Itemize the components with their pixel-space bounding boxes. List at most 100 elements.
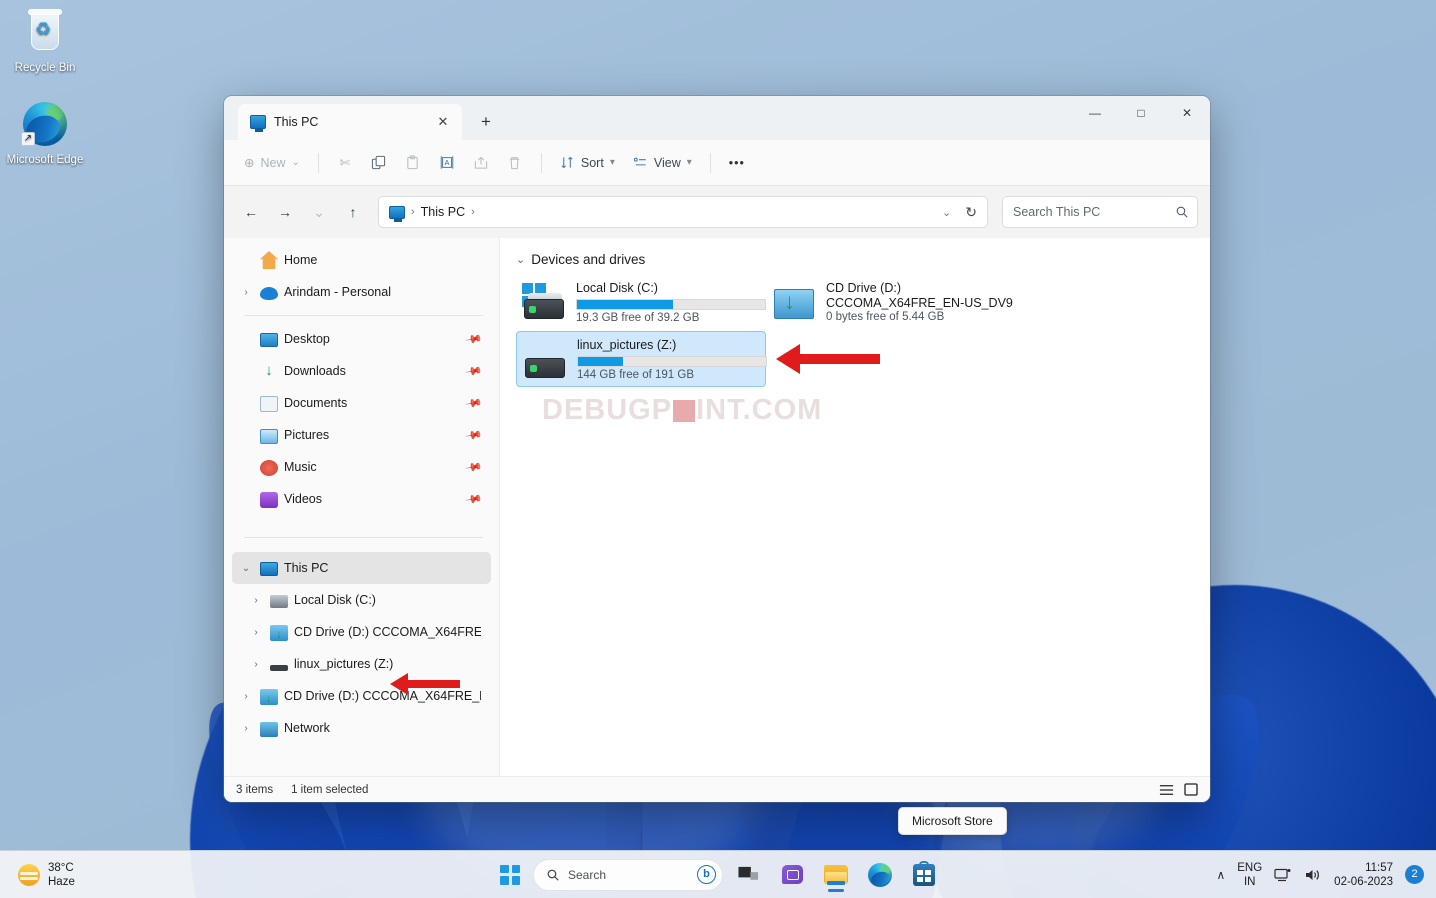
show-hidden-icons-button[interactable]: ∧: [1216, 868, 1225, 882]
cut-button[interactable]: ✄: [329, 147, 361, 179]
refresh-icon[interactable]: ↻: [965, 204, 981, 221]
music-icon: [260, 460, 278, 476]
large-icons-view-icon[interactable]: [1184, 783, 1198, 796]
share-button[interactable]: [465, 147, 497, 179]
rename-button[interactable]: A: [431, 147, 463, 179]
desktop-icon-recycle-bin[interactable]: ♻ Recycle Bin: [2, 8, 88, 75]
sidebar-item-local-disk-c[interactable]: › Local Disk (C:): [232, 584, 491, 616]
chevron-right-icon[interactable]: ›: [248, 627, 264, 638]
drive-capacity-text: 144 GB free of 191 GB: [577, 369, 759, 381]
chevron-down-icon[interactable]: ⌄: [516, 253, 525, 266]
search-box[interactable]: Search This PC: [1002, 196, 1198, 228]
sidebar-item-label: Videos: [284, 492, 461, 506]
pin-icon[interactable]: 📌: [465, 490, 484, 509]
chevron-down-icon: ▾: [687, 157, 692, 168]
minimize-button[interactable]: —: [1072, 96, 1118, 130]
pin-icon[interactable]: 📌: [465, 362, 484, 381]
sidebar-item-home[interactable]: Home: [232, 244, 491, 276]
address-dropdown-icon[interactable]: ⌄: [934, 206, 959, 219]
bing-chat-icon[interactable]: b: [697, 865, 716, 884]
file-list-pane[interactable]: ⌄ Devices and drives Local Disk (C:) 19.…: [500, 238, 1210, 776]
breadcrumb-this-pc[interactable]: This PC: [421, 205, 465, 219]
sidebar-item-label: Documents: [284, 396, 461, 410]
delete-button[interactable]: [499, 147, 531, 179]
drive-tile-local-disk-c[interactable]: Local Disk (C:) 19.3 GB free of 39.2 GB: [516, 275, 766, 331]
devices-and-drives-group[interactable]: ⌄ Devices and drives: [516, 252, 1210, 267]
sidebar-item-videos[interactable]: Videos 📌: [232, 483, 491, 515]
sidebar-item-cd-drive-d-1[interactable]: › CD Drive (D:) CCCOMA_X64FRE_EN-US_: [232, 616, 491, 648]
capacity-bar: [577, 356, 767, 367]
this-pc-icon: [250, 115, 266, 129]
sidebar-item-label: Music: [284, 460, 461, 474]
address-bar[interactable]: › This PC › ⌄ ↻: [378, 196, 988, 228]
recent-locations-button[interactable]: ⌄: [304, 197, 334, 227]
sort-button[interactable]: Sort ▾: [552, 147, 623, 179]
shortcut-arrow-icon: ↗: [21, 132, 35, 146]
documents-icon: [260, 396, 278, 412]
onedrive-cloud-icon: [260, 287, 278, 300]
pin-icon[interactable]: 📌: [465, 394, 484, 413]
back-button[interactable]: ←: [236, 197, 266, 227]
pictures-icon: [260, 429, 278, 444]
volume-icon[interactable]: [1304, 867, 1322, 883]
sidebar-item-documents[interactable]: Documents 📌: [232, 387, 491, 419]
close-button[interactable]: ✕: [1164, 96, 1210, 130]
chevron-right-icon[interactable]: ›: [238, 691, 254, 702]
search-placeholder: Search: [568, 868, 689, 882]
local-disk-icon: [522, 283, 566, 323]
navigation-pane[interactable]: Home › Arindam - Personal Desktop 📌 ↓ Do…: [224, 238, 500, 776]
plus-circle-icon: ⊕: [244, 155, 254, 170]
sidebar-item-network[interactable]: › Network: [232, 712, 491, 744]
item-count-label: 3 items: [236, 784, 273, 796]
tab-close-icon[interactable]: ✕: [432, 111, 454, 133]
details-view-icon[interactable]: [1159, 784, 1174, 796]
paste-button[interactable]: [397, 147, 429, 179]
drive-tile-linux-pictures-z[interactable]: linux_pictures (Z:) 144 GB free of 191 G…: [516, 331, 766, 387]
pin-icon[interactable]: 📌: [465, 458, 484, 477]
taskbar-search-box[interactable]: Search b: [533, 859, 723, 891]
taskbar-weather-widget[interactable]: 38°C Haze: [0, 861, 200, 889]
forward-button[interactable]: →: [270, 197, 300, 227]
chevron-down-icon: ▾: [610, 157, 615, 168]
drive-tile-cd-drive-d[interactable]: ↓ CD Drive (D:) CCCOMA_X64FRE_EN-US_DV9 …: [766, 275, 1034, 331]
tab-this-pc[interactable]: This PC ✕: [238, 104, 462, 140]
chevron-right-icon[interactable]: ›: [248, 659, 264, 670]
share-icon: [473, 155, 489, 170]
copy-button[interactable]: [363, 147, 395, 179]
taskbar-microsoft-store-button[interactable]: [905, 856, 943, 894]
view-button[interactable]: View ▾: [625, 147, 700, 179]
new-button[interactable]: ⊕ New ⌄: [236, 147, 308, 179]
new-tab-button[interactable]: +: [472, 108, 500, 136]
chevron-right-icon[interactable]: ›: [238, 723, 254, 734]
taskbar-task-view-button[interactable]: [729, 856, 767, 894]
taskbar-chat-button[interactable]: [773, 856, 811, 894]
sidebar-item-music[interactable]: Music 📌: [232, 451, 491, 483]
chevron-right-icon[interactable]: ›: [248, 595, 264, 606]
sidebar-item-pictures[interactable]: Pictures 📌: [232, 419, 491, 451]
notification-badge[interactable]: 2: [1405, 865, 1424, 884]
start-button[interactable]: [493, 858, 527, 892]
chevron-right-icon[interactable]: ›: [238, 287, 254, 298]
desktop-icon-microsoft-edge[interactable]: ↗ Microsoft Edge: [2, 100, 88, 167]
taskbar-file-explorer-button[interactable]: [817, 856, 855, 894]
taskbar-edge-button[interactable]: [861, 856, 899, 894]
sidebar-item-this-pc[interactable]: ⌄ This PC: [232, 552, 491, 584]
annotation-arrow-drive-tile: [776, 343, 880, 375]
network-icon[interactable]: [1274, 867, 1292, 883]
sidebar-item-downloads[interactable]: ↓ Downloads 📌: [232, 355, 491, 387]
annotation-arrow-tree-item: [390, 673, 460, 695]
more-options-button[interactable]: •••: [721, 147, 753, 179]
chevron-down-icon[interactable]: ⌄: [238, 563, 254, 574]
group-title: Devices and drives: [531, 252, 645, 267]
up-button[interactable]: ↑: [338, 197, 368, 227]
sidebar-item-onedrive[interactable]: › Arindam - Personal: [232, 276, 491, 308]
maximize-button[interactable]: □: [1118, 96, 1164, 130]
taskbar-clock[interactable]: 11:57 02-06-2023: [1334, 861, 1393, 889]
pin-icon[interactable]: 📌: [465, 330, 484, 349]
paste-icon: [405, 155, 420, 170]
pin-icon[interactable]: 📌: [465, 426, 484, 445]
sidebar-item-desktop[interactable]: Desktop 📌: [232, 323, 491, 355]
language-indicator[interactable]: ENG IN: [1237, 861, 1262, 889]
rename-icon: A: [439, 155, 455, 170]
taskbar: 38°C Haze Search b: [0, 850, 1436, 898]
